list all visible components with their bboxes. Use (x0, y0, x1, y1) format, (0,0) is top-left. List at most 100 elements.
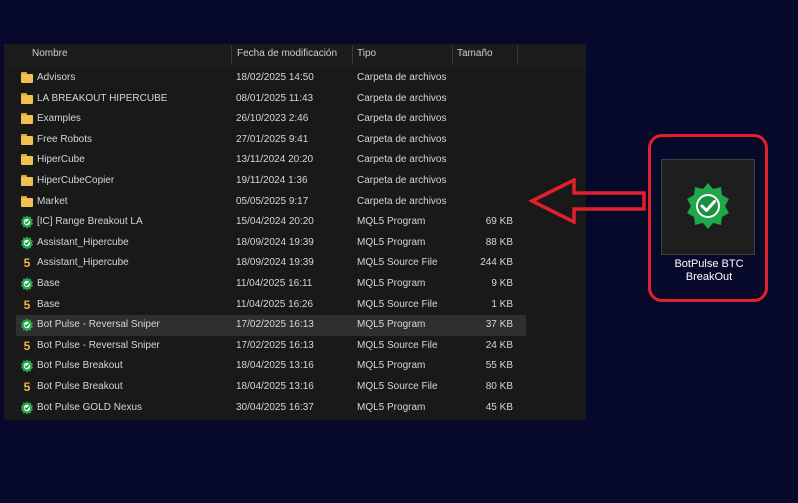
file-type: Carpeta de archivos (357, 92, 447, 104)
column-size-header[interactable]: Tamaño (457, 48, 493, 59)
column-divider[interactable] (452, 46, 453, 64)
file-date: 18/02/2025 14:50 (236, 72, 314, 83)
file-type: Carpeta de archivos (357, 174, 447, 186)
file-name: [IC] Range Breakout LA (37, 216, 143, 228)
file-date: 30/04/2025 16:37 (236, 401, 314, 413)
gear-icon (20, 215, 34, 229)
gear-icon (20, 400, 34, 415)
folder-icon (20, 174, 34, 188)
folder-icon (20, 71, 34, 85)
column-divider[interactable] (352, 46, 353, 64)
file-list: Advisors 18/02/2025 14:50 Carpeta de archi… (4, 68, 586, 418)
five-icon: 5 (23, 379, 31, 394)
table-row[interactable]: Bot Pulse - Reversal Sniper 17/02/2025 16… (16, 315, 526, 336)
file-size: 69 KB (485, 216, 513, 228)
column-header: Nombre Fecha de modificación Tipo Tamaño (4, 44, 586, 66)
table-row[interactable]: Bot Pulse Breakout 18/04/2025 13:16 MQL5 P… (16, 356, 526, 377)
five-icon: 5 (23, 256, 31, 271)
table-row[interactable]: [IC] Range Breakout LA 15/04/2024 20:20 MQ… (16, 212, 526, 233)
file-type: MQL5 Source File (357, 257, 438, 269)
file-size: 45 KB (485, 401, 513, 413)
file-size: 9 KB (491, 277, 513, 289)
column-name-header[interactable]: Nombre (32, 48, 68, 59)
file-size: 37 KB (485, 319, 513, 331)
folder-icon (20, 153, 34, 167)
file-name: Market (37, 195, 68, 207)
file-type: MQL5 Source File (357, 380, 438, 392)
file-date: 18/04/2025 13:16 (236, 380, 314, 392)
gear-icon (20, 318, 34, 332)
file-date: 17/02/2025 16:13 (236, 339, 314, 351)
file-name: LA BREAKOUT HIPERCUBE (37, 92, 168, 104)
column-divider[interactable] (517, 46, 518, 64)
five-icon: 5 (23, 297, 31, 312)
folder-icon (20, 133, 34, 147)
file-size: 55 KB (485, 360, 513, 372)
file-date: 26/10/2023 2:46 (236, 113, 309, 125)
folder-icon (20, 112, 34, 126)
file-name: Bot Pulse Breakout (37, 360, 123, 372)
table-row[interactable]: 5 Bot Pulse Breakout 18/04/2025 13:16 MQL5 … (16, 377, 526, 398)
file-name: Base (37, 298, 60, 310)
file-name: Free Robots (37, 133, 93, 145)
column-divider[interactable] (231, 46, 232, 64)
file-type: MQL5 Program (357, 319, 426, 331)
file-type: Carpeta de archivos (357, 113, 447, 125)
file-name: Assistant_Hipercube (37, 236, 129, 248)
folder-icon (20, 92, 34, 106)
table-row[interactable]: HiperCubeCopier 19/11/2024 1:36 Carpeta de… (16, 171, 526, 192)
table-row[interactable]: Market 05/05/2025 9:17 Carpeta de archivos (16, 192, 526, 213)
file-size: 88 KB (485, 236, 513, 248)
file-type: Carpeta de archivos (357, 154, 447, 166)
file-name: Bot Pulse - Reversal Sniper (37, 339, 160, 351)
file-date: 11/04/2025 16:11 (236, 277, 313, 289)
folder-icon (20, 195, 34, 209)
table-row[interactable]: 5 Assistant_Hipercube 18/09/2024 19:39 MQL5… (16, 253, 526, 274)
file-name: Bot Pulse - Reversal Sniper (37, 319, 160, 331)
file-type: MQL5 Program (357, 277, 426, 289)
file-size: 1 KB (491, 298, 513, 310)
file-name: HiperCube (37, 154, 85, 166)
table-row[interactable]: Advisors 18/02/2025 14:50 Carpeta de archi… (16, 68, 526, 89)
file-date: 11/04/2025 16:26 (236, 298, 314, 310)
file-size: 80 KB (485, 380, 513, 392)
file-date: 18/09/2024 19:39 (236, 257, 314, 269)
file-name: Examples (37, 113, 81, 125)
file-name: Assistant_Hipercube (37, 257, 129, 269)
table-row[interactable]: Free Robots 27/01/2025 9:41 Carpeta de arc… (16, 130, 526, 151)
column-date-header[interactable]: Fecha de modificación (237, 48, 337, 59)
table-row[interactable]: Assistant_Hipercube 18/09/2024 19:39 MQL5 … (16, 233, 526, 254)
table-row[interactable]: 5 Bot Pulse - Reversal Sniper 17/02/2025 1… (16, 336, 526, 357)
file-explorer: Nombre Fecha de modificación Tipo Tamaño… (4, 44, 586, 420)
table-row[interactable]: Examples 26/10/2023 2:46 Carpeta de archiv… (16, 109, 526, 130)
file-name: Advisors (37, 72, 76, 83)
gear-check-icon (684, 182, 732, 230)
file-name: HiperCubeCopier (37, 174, 115, 186)
table-row[interactable]: LA BREAKOUT HIPERCUBE 08/01/2025 11:43 Car… (16, 89, 526, 110)
file-date: 13/11/2024 20:20 (236, 154, 314, 166)
file-type: MQL5 Program (357, 216, 426, 228)
file-date: 19/11/2024 1:36 (236, 174, 308, 186)
file-type: Carpeta de archivos (357, 195, 447, 207)
gear-icon (20, 236, 34, 250)
file-name: Bot Pulse Breakout (37, 380, 123, 392)
gear-icon (20, 277, 34, 291)
table-row[interactable]: Bot Pulse GOLD Nexus 30/04/2025 16:37 MQL5… (16, 398, 526, 419)
file-type: MQL5 Source File (357, 339, 438, 351)
table-row[interactable]: 5 Base 11/04/2025 16:26 MQL5 Source File 1 K… (16, 295, 526, 316)
file-type: MQL5 Program (357, 236, 426, 248)
file-type: Carpeta de archivos (357, 133, 447, 145)
table-row[interactable]: Base 11/04/2025 16:11 MQL5 Program 9 KB (16, 274, 526, 295)
file-date: 27/01/2025 9:41 (236, 133, 309, 145)
file-date: 17/02/2025 16:13 (236, 319, 314, 331)
file-name: Base (37, 277, 60, 289)
file-name: Bot Pulse GOLD Nexus (37, 401, 143, 413)
file-date: 05/05/2025 9:17 (236, 195, 309, 207)
file-type: MQL5 Source File (357, 298, 438, 310)
table-row[interactable]: HiperCube 13/11/2024 20:20 Carpeta de arch… (16, 150, 526, 171)
left-arrow-icon (528, 178, 646, 224)
file-date: 15/04/2024 20:20 (236, 216, 314, 228)
column-type-header[interactable]: Tipo (357, 48, 376, 59)
highlighted-file-label: BotPulse BTC BreakOut (674, 258, 744, 283)
file-size: 24 KB (485, 339, 513, 351)
